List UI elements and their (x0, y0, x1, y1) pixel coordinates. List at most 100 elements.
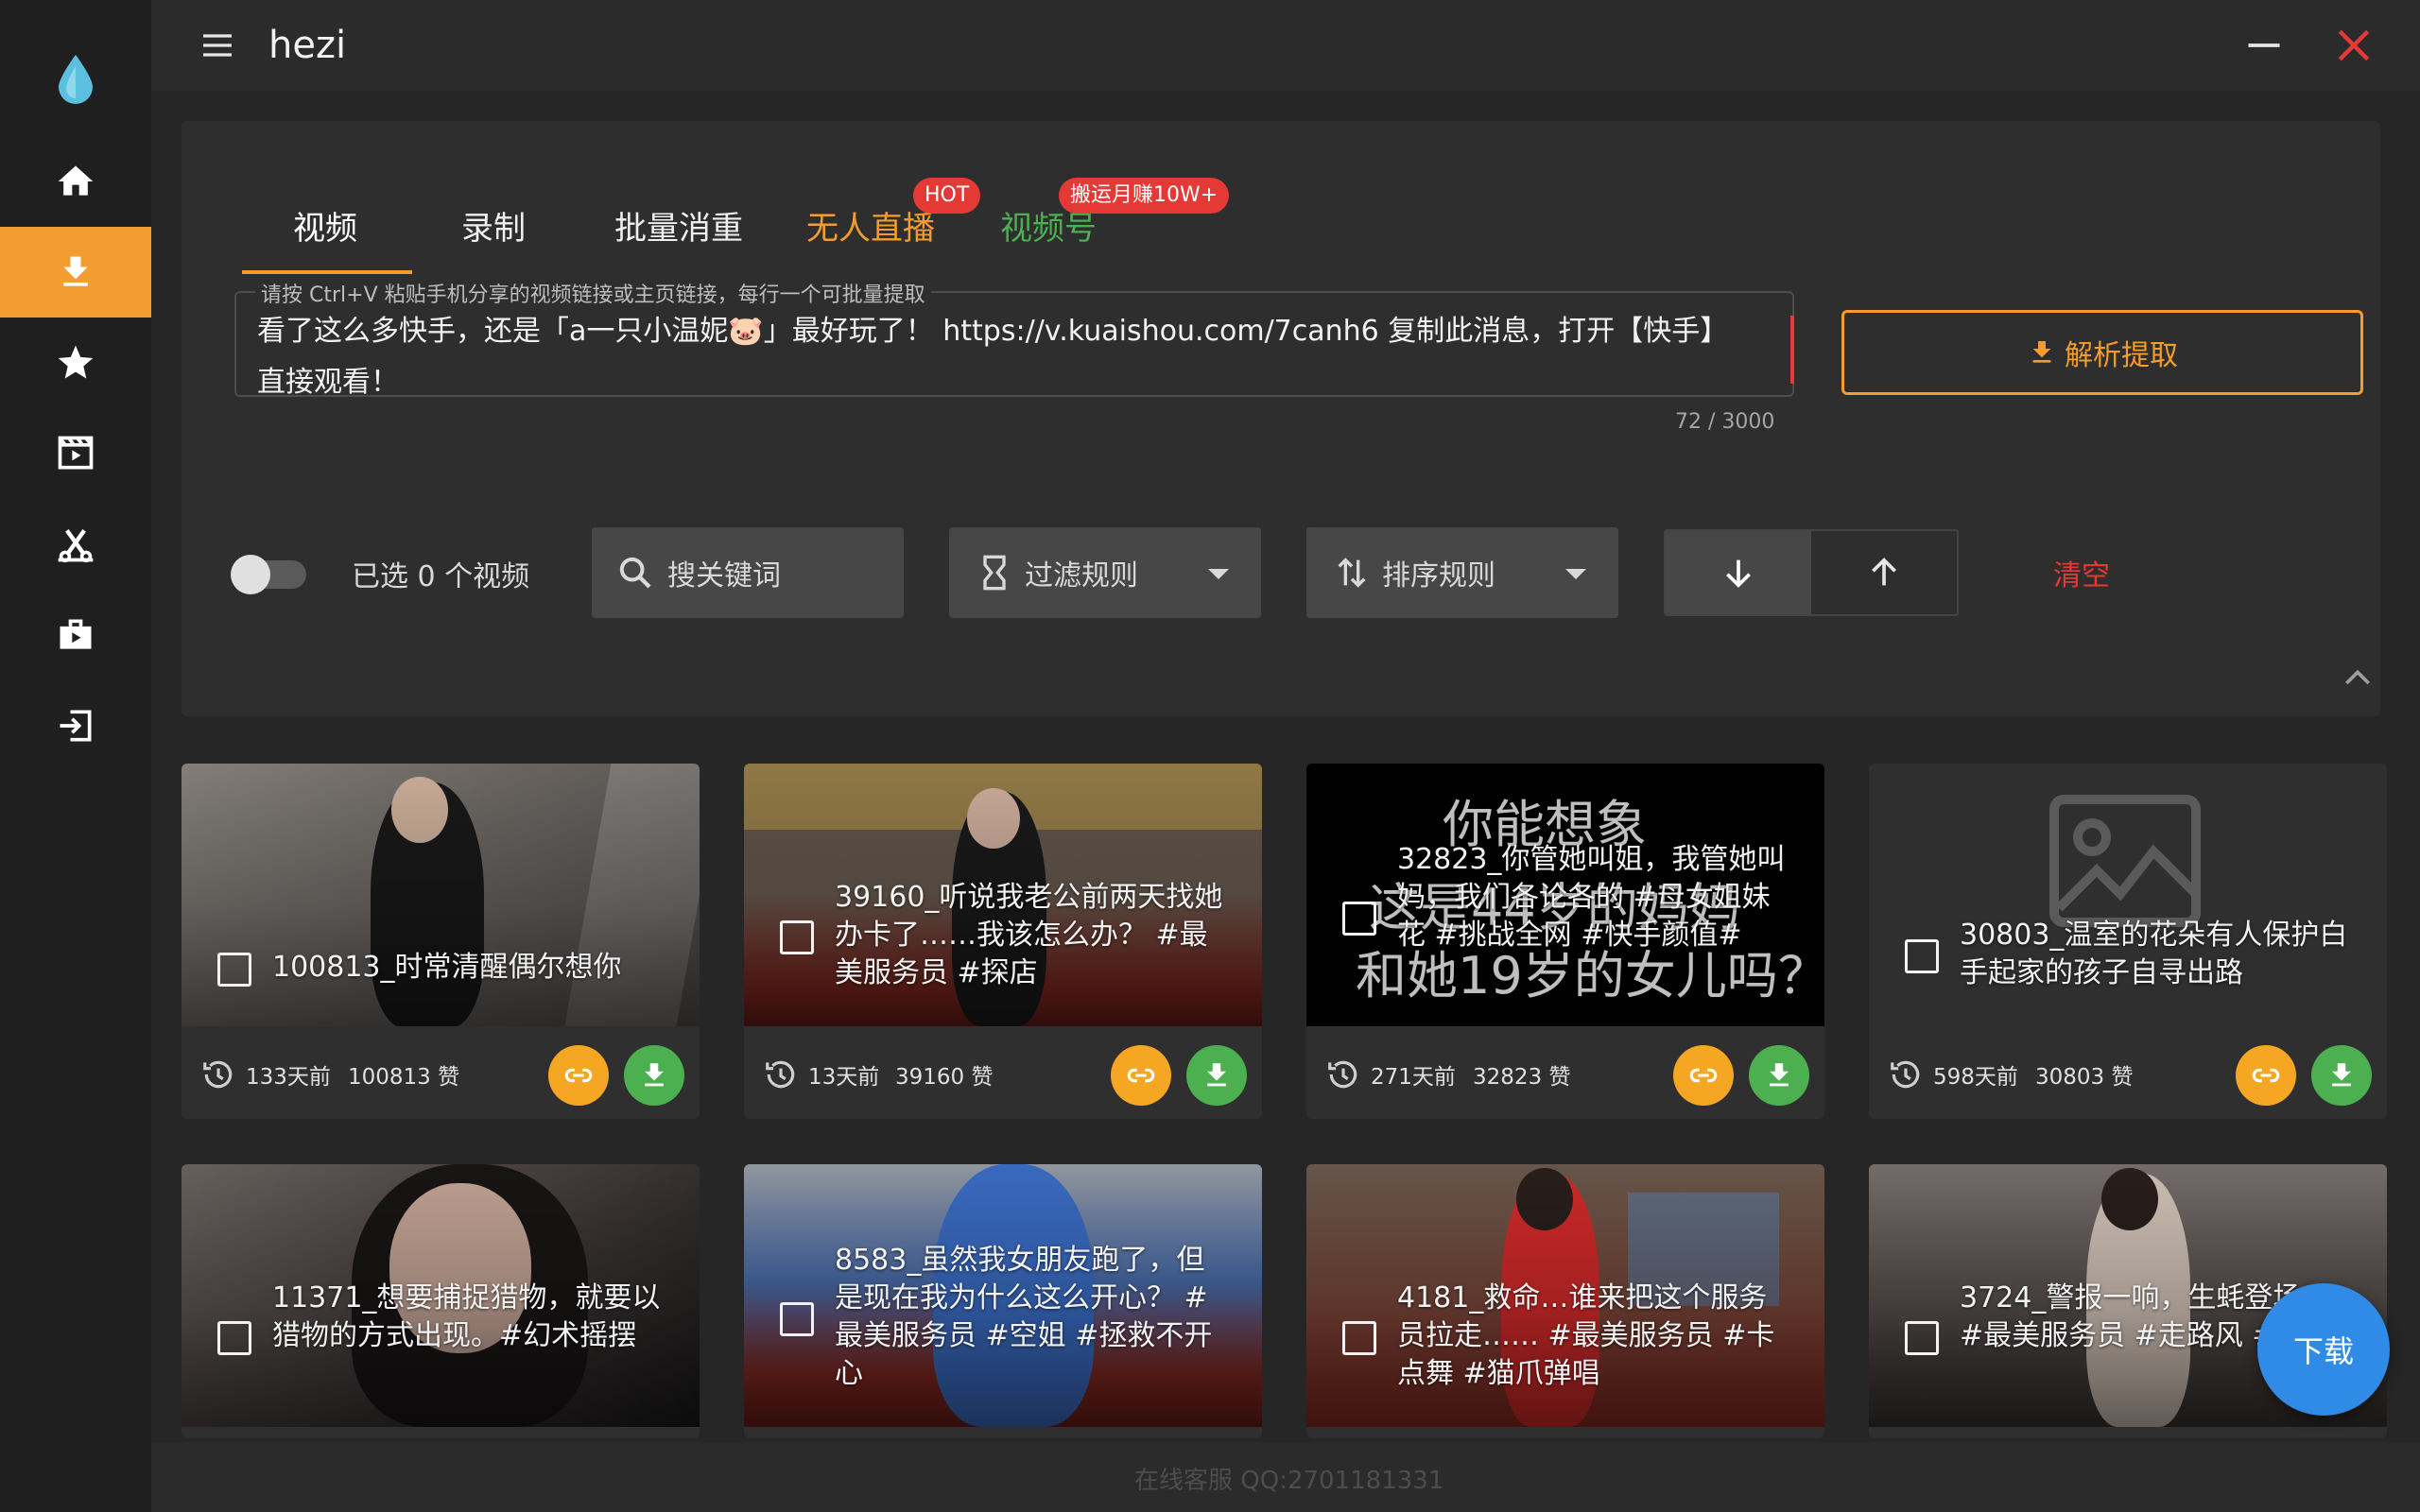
sort-descending-button[interactable] (1666, 531, 1811, 614)
tab-video[interactable]: 视频 (293, 200, 357, 257)
card-checkbox[interactable] (780, 1302, 814, 1336)
video-card: 30803_温室的花朵有人保护白手起家的孩子自寻出路 598天前 30803 赞 (1869, 764, 2387, 1119)
download-icon (645, 1063, 664, 1087)
card-checkbox[interactable] (780, 920, 814, 954)
tab-batch-dedupe[interactable]: 批量消重 (614, 200, 743, 257)
link-input-value[interactable]: 看了这么多快手，还是「a一只小温妮🐷」最好玩了！ https://v.kuais… (257, 306, 1751, 408)
search-icon (619, 557, 651, 589)
card-title: 11371_想要捕捉猎物，就要以猎物的方式出现。#幻术摇摆 (272, 1281, 661, 1352)
card-checkbox[interactable] (217, 1321, 251, 1355)
video-card: 8583_虽然我女朋友跑了，但是现在我为什么这么开心？ #最美服务员 #空姐 #… (744, 1164, 1262, 1438)
sidebar-item-logout[interactable] (0, 680, 151, 771)
card-footer: 13天前 39160 赞 (744, 1026, 1262, 1119)
copy-link-button[interactable] (548, 1045, 609, 1106)
download-video-button[interactable] (2311, 1045, 2372, 1106)
sidebar-item-home[interactable] (0, 136, 151, 227)
status-bar: 在线客服 QQ:2701181331 (151, 1442, 2420, 1512)
chevron-down-icon (1565, 569, 1586, 579)
tab-unmanned-live[interactable]: 无人直播 (806, 200, 935, 257)
active-tab-indicator (242, 270, 412, 274)
tab-bar: 视频 录制 批量消重 无人直播 视频号 HOT 搬运月赚10W+ (212, 155, 1346, 274)
hamburger-menu-icon[interactable] (199, 26, 236, 64)
tab-record[interactable]: 录制 (461, 200, 526, 257)
water-drop-logo-icon (59, 55, 93, 104)
video-thumbnail[interactable] (182, 764, 700, 1026)
link-icon (2252, 1068, 2280, 1083)
sidebar-item-cut[interactable] (0, 499, 151, 590)
card-checkbox[interactable] (217, 953, 251, 987)
video-card: 你能想象 这是44岁的妈妈 和她19岁的女儿吗？ 32823_你管她叫姐，我管她… (1306, 764, 1824, 1119)
home-icon (58, 165, 94, 196)
sidebar-item-video-jobs[interactable] (0, 590, 151, 680)
char-counter: 72 / 3000 (1675, 410, 1775, 434)
filter-rules-label: 过滤规则 (1025, 559, 1138, 593)
history-clock-icon (1328, 1060, 1357, 1089)
logout-icon (60, 710, 92, 742)
card-time: 133天前 (246, 1065, 331, 1090)
card-footer: 598天前 30803 赞 (1869, 1026, 2387, 1119)
selected-count-text: 已选 0 个视频 (352, 560, 530, 593)
extract-panel: 视频 录制 批量消重 无人直播 视频号 HOT 搬运月赚10W+ 请按 Ctrl… (182, 121, 2380, 716)
scissors-icon (58, 529, 94, 563)
download-video-button[interactable] (1749, 1045, 1809, 1106)
copy-link-button[interactable] (2236, 1045, 2296, 1106)
card-time: 13天前 (808, 1065, 880, 1090)
minimize-icon[interactable] (2243, 25, 2285, 66)
card-time: 598天前 (1933, 1065, 2018, 1090)
card-likes: 30803 赞 (2035, 1065, 2134, 1090)
filter-rules-dropdown[interactable]: 过滤规则 (949, 527, 1261, 618)
sort-ascending-button[interactable] (1811, 531, 1957, 614)
hourglass-icon (983, 555, 1006, 591)
card-footer: 133天前 100813 赞 (182, 1026, 700, 1119)
link-icon (564, 1068, 593, 1083)
link-input-field[interactable]: 请按 Ctrl+V 粘贴手机分享的视频链接或主页链接，每行一个可批量提取 看了这… (234, 278, 1794, 399)
sidebar (0, 0, 151, 1512)
card-checkbox[interactable] (1342, 902, 1376, 936)
card-likes: 32823 赞 (1473, 1065, 1571, 1090)
copy-link-button[interactable] (1111, 1045, 1171, 1106)
download-icon (1770, 1063, 1789, 1087)
close-icon[interactable] (2333, 25, 2375, 66)
history-clock-icon (203, 1060, 233, 1089)
card-checkbox[interactable] (1342, 1321, 1376, 1355)
download-icon (1207, 1063, 1226, 1087)
card-title: 100813_时常清醒偶尔想你 (272, 951, 622, 984)
sort-arrows-icon (1338, 558, 1366, 588)
card-checkbox[interactable] (1905, 1321, 1939, 1355)
video-card: 100813_时常清醒偶尔想你 133天前 100813 赞 (182, 764, 700, 1119)
sidebar-item-download[interactable] (0, 227, 151, 318)
main-area: 视频 录制 批量消重 无人直播 视频号 HOT 搬运月赚10W+ 请按 Ctrl… (151, 91, 2420, 1442)
download-icon (63, 256, 88, 286)
download-video-button[interactable] (624, 1045, 684, 1106)
sort-rules-dropdown[interactable]: 排序规则 (1306, 527, 1618, 618)
image-placeholder-icon (2049, 795, 2201, 927)
download-fab-button[interactable]: 下载 (2257, 1283, 2390, 1416)
clear-button[interactable]: 清空 (2053, 552, 2110, 593)
card-likes: 100813 赞 (348, 1065, 460, 1090)
title-bar: hezi (151, 0, 2420, 91)
sort-order-toggle (1664, 529, 1959, 616)
arrow-up-icon (1872, 558, 1896, 586)
history-clock-icon (766, 1060, 795, 1089)
chevron-down-icon (1208, 569, 1229, 579)
link-icon (1689, 1068, 1718, 1083)
download-icon (2332, 1063, 2351, 1087)
sort-rules-label: 排序规则 (1382, 559, 1495, 593)
video-card: 11371_想要捕捉猎物，就要以猎物的方式出现。#幻术摇摆 (182, 1164, 700, 1438)
video-card: 4181_救命…谁来把这个服务员拉走…… #最美服务员 #卡点舞 #猫爪弹唱 (1306, 1164, 1824, 1438)
video-briefcase-icon (60, 619, 92, 649)
download-video-button[interactable] (1186, 1045, 1247, 1106)
chevron-up-icon[interactable] (2339, 660, 2377, 697)
card-time: 271天前 (1371, 1065, 1456, 1090)
card-checkbox[interactable] (1905, 939, 1939, 973)
select-all-toggle[interactable] (231, 555, 306, 594)
download-icon (2032, 341, 2051, 363)
sidebar-item-clips[interactable] (0, 408, 151, 499)
history-clock-icon (1891, 1060, 1920, 1089)
keyword-search-input[interactable]: 搜关键词 (592, 527, 904, 618)
parse-extract-button[interactable]: 解析提取 (1841, 310, 2363, 395)
copy-link-button[interactable] (1673, 1045, 1734, 1106)
search-placeholder: 搜关键词 (667, 559, 781, 593)
sidebar-item-favorites[interactable] (0, 318, 151, 408)
card-title: 39160_听说我老公前两天找她办卡了……我该怎么办？ #最美服务员 #探店 (835, 881, 1223, 989)
